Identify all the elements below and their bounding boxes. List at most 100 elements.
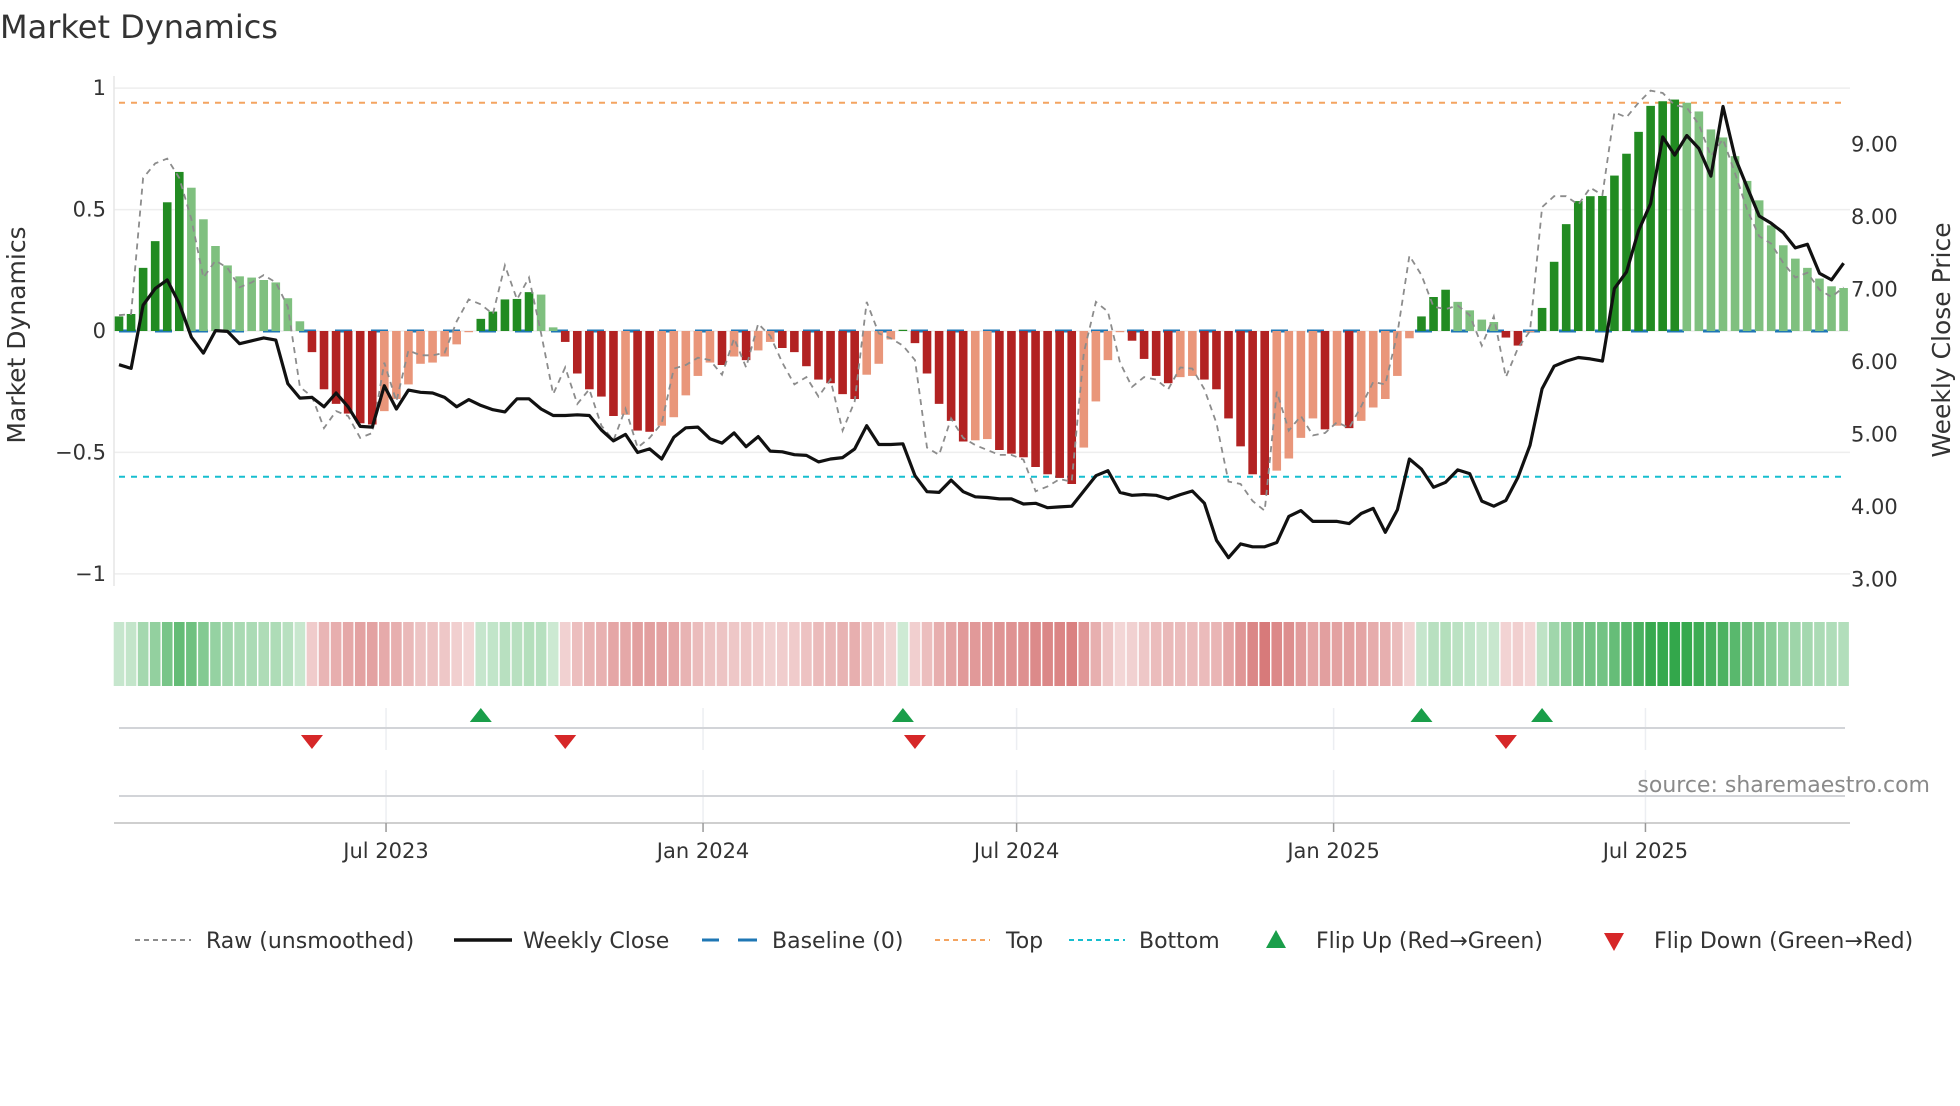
heat-cell bbox=[1138, 622, 1150, 686]
heat-cell bbox=[1054, 622, 1065, 686]
momentum-bar bbox=[536, 294, 546, 331]
heat-cell bbox=[318, 622, 330, 686]
heat-cell bbox=[1572, 622, 1584, 686]
y-axis-label: Market Dynamics bbox=[2, 226, 31, 443]
y2-tick-label: 9.00 bbox=[1851, 132, 1898, 156]
heat-cell bbox=[523, 622, 535, 686]
heat-cell bbox=[149, 622, 161, 686]
momentum-bar bbox=[548, 327, 558, 331]
heat-cell bbox=[909, 622, 921, 686]
momentum-bar bbox=[657, 331, 666, 426]
heat-cell bbox=[1488, 622, 1500, 686]
y2-tick-label: 6.00 bbox=[1851, 350, 1898, 374]
momentum-bar bbox=[597, 331, 606, 397]
heat-cell bbox=[487, 622, 499, 686]
momentum-bar bbox=[1320, 331, 1330, 430]
momentum-bar bbox=[1429, 297, 1438, 331]
flip-up-icon bbox=[1266, 930, 1286, 948]
heat-cell bbox=[1753, 622, 1765, 686]
heat-cell bbox=[777, 622, 788, 686]
heat-cell bbox=[571, 622, 583, 686]
momentum-bar bbox=[1586, 196, 1595, 331]
momentum-bar bbox=[428, 331, 437, 363]
heat-cell bbox=[1440, 622, 1451, 686]
momentum-bar bbox=[1501, 331, 1511, 338]
heat-cell bbox=[789, 622, 800, 686]
momentum-bar bbox=[633, 331, 642, 431]
heat-cell bbox=[1524, 622, 1536, 686]
momentum-bar bbox=[922, 331, 932, 374]
chart-title: Market Dynamics bbox=[0, 8, 278, 46]
heat-cell bbox=[391, 622, 402, 686]
heat-cell bbox=[113, 622, 125, 686]
momentum-bar bbox=[838, 331, 847, 395]
heat-cell bbox=[1476, 622, 1488, 686]
heat-cell bbox=[1681, 622, 1693, 686]
heat-cell bbox=[1814, 622, 1825, 686]
y2-tick-label: 5.00 bbox=[1851, 423, 1898, 447]
heat-cell bbox=[294, 622, 306, 686]
flip-down-marker bbox=[300, 735, 323, 749]
heat-cell bbox=[1585, 622, 1596, 686]
legend-close-label: Weekly Close bbox=[523, 929, 669, 954]
heat-cell bbox=[1355, 622, 1367, 686]
heat-cell bbox=[1211, 622, 1222, 686]
heat-cell bbox=[210, 622, 221, 686]
momentum-bar bbox=[958, 331, 968, 442]
momentum-bar bbox=[669, 331, 679, 418]
heat-cell bbox=[1693, 622, 1705, 686]
momentum-bar bbox=[1175, 331, 1185, 378]
momentum-bar bbox=[247, 277, 256, 331]
momentum-bar bbox=[488, 311, 498, 331]
heat-cell bbox=[379, 622, 390, 686]
heat-cell bbox=[198, 622, 209, 686]
momentum-bar bbox=[1537, 307, 1547, 331]
y2-tick-label: 4.00 bbox=[1851, 495, 1898, 519]
heat-cell bbox=[1114, 622, 1126, 686]
heat-cell bbox=[632, 622, 643, 686]
momentum-bar bbox=[1151, 331, 1161, 376]
momentum-bar bbox=[970, 331, 980, 441]
heat-cell bbox=[1452, 622, 1463, 686]
y2-axis-label: Weekly Close Price bbox=[1927, 222, 1956, 457]
heat-cell bbox=[1066, 622, 1078, 686]
momentum-bar bbox=[500, 299, 510, 331]
momentum-bar bbox=[1742, 180, 1752, 331]
flip-down-icon bbox=[1604, 933, 1624, 951]
heat-cell bbox=[246, 622, 257, 686]
heat-cell bbox=[1560, 622, 1572, 686]
momentum-bar bbox=[1091, 331, 1101, 402]
momentum-bar bbox=[585, 331, 594, 390]
heat-cell bbox=[1765, 622, 1777, 686]
legend-top-label: Top bbox=[1005, 929, 1043, 954]
legend-raw-label: Raw (unsmoothed) bbox=[206, 929, 414, 954]
heat-cell bbox=[728, 622, 740, 686]
heat-cell bbox=[1380, 622, 1391, 686]
momentum-bar bbox=[741, 331, 751, 361]
heat-cell bbox=[499, 622, 511, 686]
momentum-bar bbox=[235, 276, 244, 331]
heat-cell bbox=[1102, 622, 1114, 686]
heat-cell bbox=[945, 622, 957, 686]
heat-cell bbox=[801, 622, 812, 686]
heat-cell bbox=[885, 622, 897, 686]
momentum-bar bbox=[319, 331, 329, 390]
heat-cell bbox=[403, 622, 414, 686]
heat-cell bbox=[463, 622, 475, 686]
momentum-bar bbox=[778, 331, 787, 348]
heat-cell bbox=[1259, 622, 1270, 686]
heat-cell bbox=[969, 622, 981, 686]
legend-bottom-label: Bottom bbox=[1139, 929, 1220, 954]
heat-cell bbox=[837, 622, 848, 686]
y-tick-label: −0.5 bbox=[55, 440, 106, 464]
heat-cell bbox=[125, 622, 137, 686]
momentum-bar bbox=[416, 331, 425, 364]
heat-cell bbox=[1307, 622, 1319, 686]
heat-cell bbox=[668, 622, 680, 686]
heat-cell bbox=[897, 622, 909, 686]
momentum-bar bbox=[1393, 331, 1402, 376]
momentum-bar bbox=[307, 331, 317, 353]
heat-cell bbox=[596, 622, 607, 686]
heat-cell bbox=[306, 622, 318, 686]
heat-cell bbox=[1404, 622, 1415, 686]
